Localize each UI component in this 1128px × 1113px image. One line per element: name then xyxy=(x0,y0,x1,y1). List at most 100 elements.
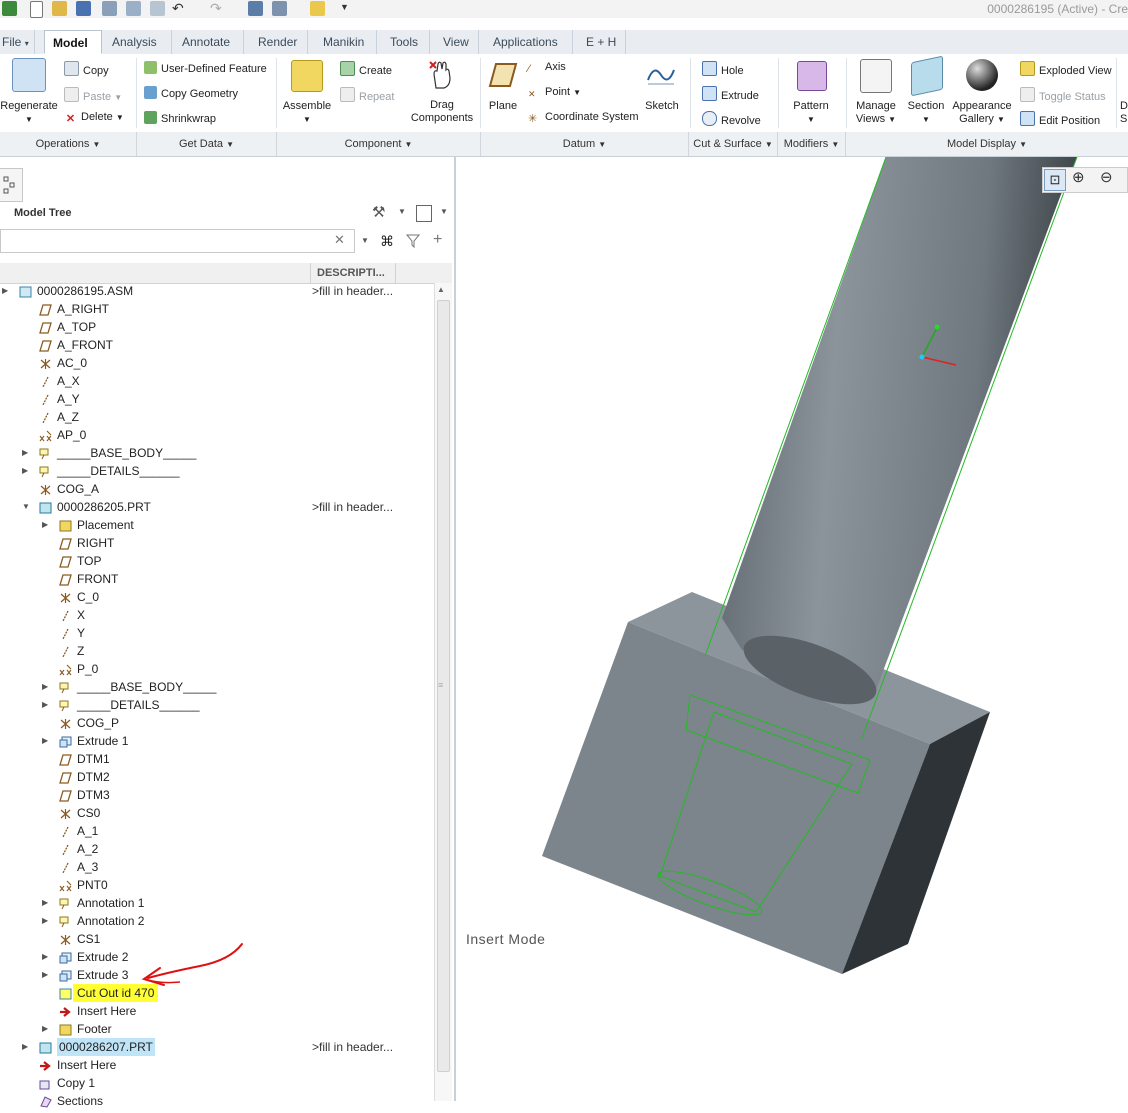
expand-icon[interactable]: ▶ xyxy=(22,444,30,462)
regenerate-small-icon[interactable] xyxy=(102,1,117,16)
zoom-in-icon[interactable]: ⊕ xyxy=(1072,168,1085,186)
point-button[interactable]: ✕ Point ▼ xyxy=(528,86,581,102)
manage-views-button[interactable]: Manage Views ▼ xyxy=(850,100,902,126)
chevron-down-icon[interactable]: ▼ xyxy=(440,207,448,216)
tree-row[interactable]: Sections xyxy=(0,1092,430,1110)
graphics-viewport[interactable]: ⊡ ⊕ ⊖ xyxy=(456,156,1128,1101)
tab-analysis[interactable]: Analysis xyxy=(104,30,172,54)
add-column-icon[interactable]: + xyxy=(433,231,442,249)
tree-row[interactable]: ▶ Annotation 2 xyxy=(0,912,430,930)
group-get-data[interactable]: Get Data ▼ xyxy=(137,132,277,156)
tree-row[interactable]: ▼ 0000286205.PRT >fill in header... xyxy=(0,498,430,516)
tree-row[interactable]: ▶ 0000286195.ASM >fill in header... xyxy=(0,282,430,300)
plane-button[interactable]: Plane xyxy=(484,100,522,113)
toggle-status-button[interactable]: Toggle Status xyxy=(1020,87,1106,103)
axis-button[interactable]: ⁄ Axis xyxy=(528,61,566,76)
tree-row[interactable]: TOP xyxy=(0,552,430,570)
tree-row[interactable]: A_FRONT xyxy=(0,336,430,354)
group-cut-surface[interactable]: Cut & Surface ▼ xyxy=(689,132,778,156)
group-operations[interactable]: Operations ▼ xyxy=(0,132,137,156)
tree-row[interactable]: ▶ Extrude 1 xyxy=(0,732,430,750)
expand-icon[interactable]: ▶ xyxy=(42,912,50,930)
tree-row[interactable]: A_Y xyxy=(0,390,430,408)
shrinkwrap-button[interactable]: Shrinkwrap xyxy=(144,111,216,125)
scroll-up-icon[interactable]: ▲ xyxy=(437,285,445,294)
drag-components-button[interactable]: Drag Components xyxy=(408,99,476,125)
regenerate-button[interactable]: Regenerate ▼ xyxy=(0,100,58,126)
assemble-button[interactable]: Assemble ▼ xyxy=(280,100,334,126)
tree-row[interactable]: AP_0 xyxy=(0,426,430,444)
folder-icon[interactable] xyxy=(310,1,325,16)
tree-row[interactable]: ▶ _____DETAILS______ xyxy=(0,462,430,480)
group-datum[interactable]: Datum ▼ xyxy=(481,132,689,156)
expand-icon[interactable]: ▶ xyxy=(2,282,10,300)
expand-icon[interactable]: ▶ xyxy=(42,1020,50,1038)
collapse-icon[interactable]: ▼ xyxy=(22,498,30,516)
tab-model[interactable]: Model xyxy=(44,30,102,54)
tree-row[interactable]: COG_P xyxy=(0,714,430,732)
delete-button[interactable]: ✕ Delete ▼ xyxy=(64,111,124,126)
tree-row[interactable]: ▶ Placement xyxy=(0,516,430,534)
extrude-button[interactable]: Extrude xyxy=(702,86,759,102)
tab-e-h[interactable]: E + H xyxy=(578,30,626,54)
clear-search-icon[interactable]: ✕ xyxy=(334,232,345,248)
tree-row[interactable]: PNT0 xyxy=(0,876,430,894)
find-binoculars-icon[interactable]: ⌘ xyxy=(380,233,394,250)
appearance-gallery-button[interactable]: Appearance Gallery ▼ xyxy=(948,100,1016,126)
hole-button[interactable]: Hole xyxy=(702,61,744,77)
tree-row[interactable]: DTM1 xyxy=(0,750,430,768)
group-modifiers[interactable]: Modifiers ▼ xyxy=(778,132,846,156)
coordinate-system-button[interactable]: ✳ Coordinate System xyxy=(528,111,639,125)
pattern-button[interactable]: Pattern ▼ xyxy=(786,100,836,126)
zoom-out-icon[interactable]: ⊖ xyxy=(1100,168,1113,186)
expand-icon[interactable]: ▶ xyxy=(42,516,50,534)
tree-row[interactable]: Y xyxy=(0,624,430,642)
window-icon[interactable] xyxy=(126,1,141,16)
customize-dropdown-icon[interactable]: ▼ xyxy=(340,2,349,12)
expand-icon[interactable]: ▶ xyxy=(22,1038,30,1056)
tree-row[interactable]: A_RIGHT xyxy=(0,300,430,318)
tab-annotate[interactable]: Annotate xyxy=(174,30,244,54)
section-button[interactable]: Section ▼ xyxy=(904,100,948,126)
tree-row[interactable]: COG_A xyxy=(0,480,430,498)
tree-row[interactable]: Z xyxy=(0,642,430,660)
tree-row[interactable]: AC_0 xyxy=(0,354,430,372)
tree-row[interactable]: A_1 xyxy=(0,822,430,840)
refit-icon[interactable]: ⊡ xyxy=(1044,169,1066,191)
paste-button[interactable]: Paste ▼ xyxy=(64,87,122,103)
group-model-display[interactable]: Model Display ▼ xyxy=(846,132,1128,156)
expand-icon[interactable]: ▶ xyxy=(42,696,50,714)
description-column-header[interactable]: DESCRIPTI... xyxy=(310,263,396,283)
chevron-down-icon[interactable]: ▼ xyxy=(398,207,406,216)
user-defined-feature-button[interactable]: User-Defined Feature xyxy=(144,61,267,75)
tree-row[interactable]: A_X xyxy=(0,372,430,390)
tree-row[interactable]: RIGHT xyxy=(0,534,430,552)
model-tree-tab[interactable] xyxy=(0,168,23,202)
tree-row[interactable]: P_0 xyxy=(0,660,430,678)
expand-icon[interactable]: ▶ xyxy=(42,948,50,966)
tree-row[interactable]: ▶ Annotation 1 xyxy=(0,894,430,912)
windows-icon[interactable] xyxy=(272,1,287,16)
regen-toolbar-icon[interactable] xyxy=(248,1,263,16)
sketch-button[interactable]: Sketch xyxy=(640,100,684,113)
tree-row[interactable]: A_Z xyxy=(0,408,430,426)
revolve-button[interactable]: Revolve xyxy=(702,111,761,127)
open-folder-icon[interactable] xyxy=(52,1,67,16)
tree-row[interactable]: ▶ _____BASE_BODY_____ xyxy=(0,678,430,696)
repeat-button[interactable]: Repeat xyxy=(340,87,394,103)
tab-tools[interactable]: Tools xyxy=(382,30,430,54)
tree-row[interactable]: A_2 xyxy=(0,840,430,858)
tree-row[interactable]: A_TOP xyxy=(0,318,430,336)
tree-row[interactable]: Insert Here xyxy=(0,1056,430,1074)
tree-row[interactable]: DTM2 xyxy=(0,768,430,786)
tree-settings-icon[interactable]: ⚒ xyxy=(372,203,385,221)
tab-view[interactable]: View xyxy=(435,30,479,54)
new-file-icon[interactable] xyxy=(30,1,43,18)
chevron-down-icon[interactable]: ▼ xyxy=(361,236,369,245)
tab-render[interactable]: Render xyxy=(250,30,308,54)
expand-icon[interactable]: ▶ xyxy=(42,894,50,912)
filter-icon[interactable] xyxy=(405,234,421,251)
tree-row[interactable]: C_0 xyxy=(0,588,430,606)
exploded-view-button[interactable]: Exploded View xyxy=(1020,61,1112,77)
tree-row[interactable]: ▶ 0000286207.PRT >fill in header... xyxy=(0,1038,430,1056)
